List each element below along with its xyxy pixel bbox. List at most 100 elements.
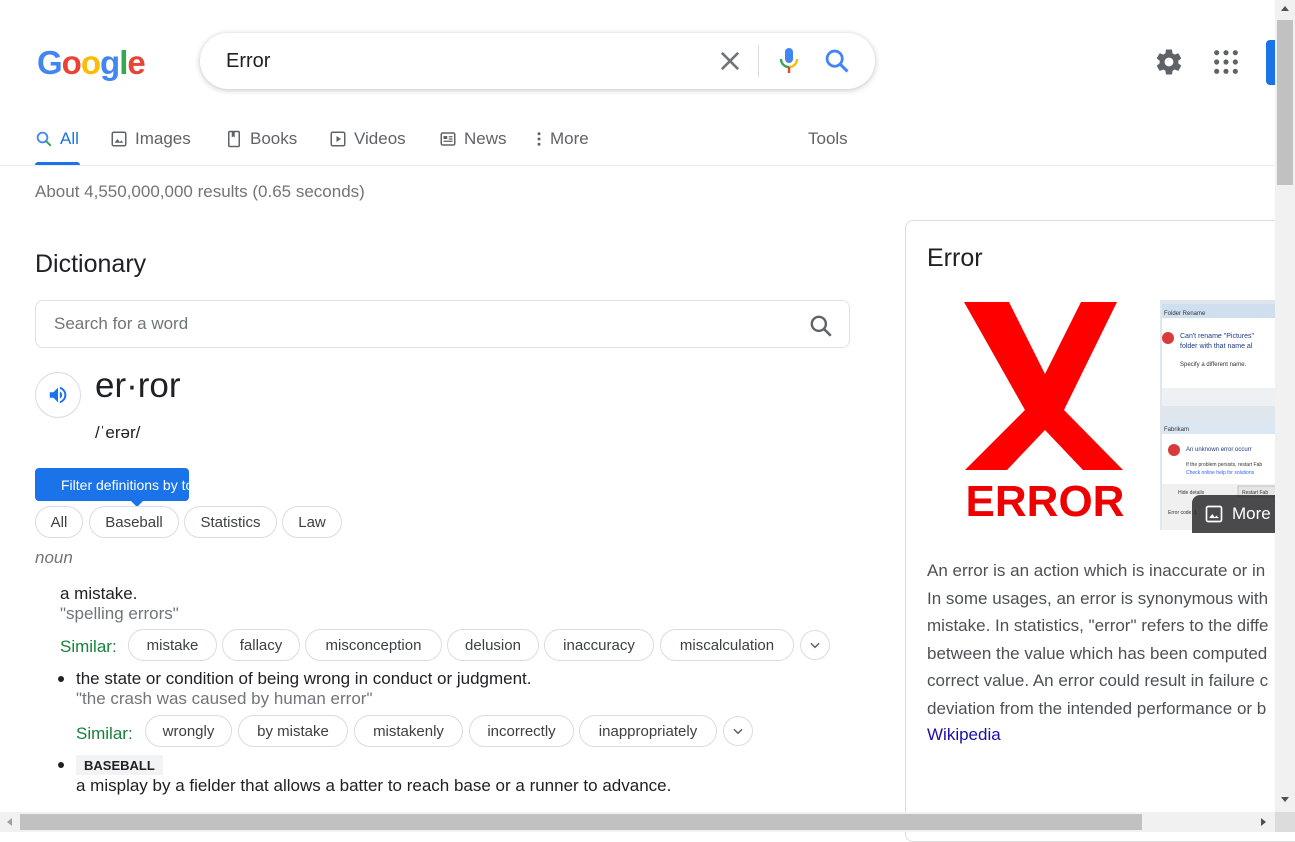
description-line: between the value which has been compute… — [927, 643, 1268, 663]
dictionary-title: Dictionary — [35, 250, 147, 278]
tab-more[interactable]: More — [536, 126, 589, 152]
similar-label: Similar: — [76, 724, 133, 743]
svg-text:An unknown error occurr: An unknown error occurr — [1186, 447, 1252, 453]
svg-text:Check online help for solution: Check online help for solutions — [1186, 470, 1255, 476]
error-image[interactable]: ERROR — [927, 300, 1157, 530]
filter-tooltip: Filter definitions by topic — [35, 468, 189, 501]
scrollbar-corner — [1275, 812, 1295, 832]
logo-letter: g — [100, 44, 120, 81]
pronunciation-button[interactable] — [35, 372, 81, 418]
tab-label: More — [550, 129, 589, 148]
bullet — [58, 676, 64, 682]
svg-text:Can't rename "Pictures": Can't rename "Pictures" — [1180, 333, 1255, 340]
wikipedia-link[interactable]: Wikipedia — [927, 725, 1001, 745]
definition-example: "spelling errors" — [60, 604, 179, 623]
topic-chip-statistics[interactable]: Statistics — [184, 506, 277, 538]
description-line: deviation from the intended performance … — [927, 698, 1267, 718]
search-icon[interactable] — [823, 47, 851, 75]
logo-letter: G — [37, 44, 63, 81]
description-line: correct value. An error could result in … — [927, 671, 1269, 691]
svg-text:If the problem persists, resta: If the problem persists, restart Fab — [1186, 462, 1262, 468]
divider — [758, 45, 759, 77]
tab-label: News — [464, 129, 507, 148]
kebab-icon — [537, 132, 541, 146]
search-icon[interactable] — [808, 313, 834, 339]
topic-chip-baseball[interactable]: Baseball — [89, 506, 179, 538]
red-x-icon: ERROR — [964, 302, 1125, 526]
synonym-chip[interactable]: incorrectly — [469, 715, 574, 747]
expand-synonyms-button[interactable] — [800, 630, 830, 660]
synonym-chip[interactable]: wrongly — [145, 715, 232, 747]
close-icon[interactable] — [716, 47, 744, 75]
bullet — [58, 762, 64, 768]
knowledge-panel-title: Error — [927, 244, 983, 272]
knowledge-panel-description: An error is an action which is inaccurat… — [927, 557, 1277, 723]
synonym-chip[interactable]: mistake — [128, 629, 217, 661]
scroll-up-arrow-icon[interactable] — [1281, 6, 1289, 11]
chevron-down-icon — [733, 728, 743, 735]
apps-grid-icon[interactable] — [1212, 48, 1240, 76]
synonym-chip[interactable]: inappropriately — [579, 715, 717, 747]
synonym-chip[interactable]: delusion — [447, 629, 539, 661]
tab-news[interactable]: News — [439, 126, 507, 152]
gear-icon[interactable] — [1154, 47, 1184, 77]
book-icon — [228, 130, 240, 148]
tab-all[interactable]: All — [35, 126, 79, 152]
tab-label: Books — [250, 129, 298, 148]
topic-chip-all[interactable]: All — [35, 506, 83, 538]
synonym-chip[interactable]: miscalculation — [660, 629, 794, 661]
synonym-chip[interactable]: misconception — [305, 629, 442, 661]
svg-text:Fabrikam: Fabrikam — [1164, 427, 1189, 433]
definition-example: "the crash was caused by human error" — [76, 689, 373, 708]
search-placeholder: Search for a word — [54, 314, 189, 333]
similar-label: Similar: — [60, 637, 117, 656]
logo-letter: l — [119, 44, 128, 81]
definition-text: the state or condition of being wrong in… — [76, 669, 532, 688]
image-icon — [1205, 505, 1223, 523]
google-logo[interactable]: Google — [37, 44, 146, 82]
expand-synonyms-button[interactable] — [723, 716, 753, 746]
logo-letter: o — [80, 44, 101, 81]
tab-books[interactable]: Books — [225, 126, 297, 152]
description-line: In some usages, an error is synonymous w… — [927, 588, 1269, 608]
microphone-icon[interactable] — [777, 46, 801, 76]
play-icon — [330, 131, 346, 147]
dictionary-search-input[interactable]: Search for a word — [35, 300, 850, 348]
svg-text:Specify a different name.: Specify a different name. — [1180, 362, 1247, 368]
tab-label: All — [60, 129, 79, 148]
chevron-down-icon — [810, 642, 820, 649]
logo-letter: o — [61, 44, 82, 81]
image-caption: ERROR — [966, 477, 1125, 526]
tab-images[interactable]: Images — [110, 126, 191, 152]
vertical-scrollbar-thumb[interactable] — [1277, 20, 1293, 185]
logo-letter: e — [127, 44, 145, 81]
tooltip-text: Filter definitions by topic — [61, 477, 189, 493]
topic-chip-law[interactable]: Law — [282, 506, 342, 538]
tab-videos[interactable]: Videos — [329, 126, 406, 152]
scroll-right-arrow-icon[interactable] — [1261, 818, 1266, 826]
horizontal-scrollbar-thumb[interactable] — [20, 814, 1142, 830]
synonym-chip[interactable]: by mistake — [238, 715, 348, 747]
search-box[interactable]: Error — [200, 33, 875, 89]
tools-button[interactable]: Tools — [808, 126, 848, 152]
news-icon — [440, 132, 456, 146]
search-input[interactable]: Error — [226, 50, 270, 73]
synonym-chip[interactable]: fallacy — [222, 629, 300, 661]
tab-label: Videos — [354, 129, 406, 148]
description-line: An error is an action which is inaccurat… — [927, 561, 1266, 580]
result-stats: About 4,550,000,000 results (0.65 second… — [35, 182, 365, 201]
scroll-left-arrow-icon[interactable] — [7, 818, 12, 826]
search-icon — [36, 131, 52, 147]
tab-label: Tools — [808, 129, 848, 148]
synonym-chip[interactable]: mistakenly — [354, 715, 463, 747]
topic-tag: BASEBALL — [76, 755, 163, 775]
part-of-speech: noun — [35, 548, 73, 567]
pronunciation: /ˈerər/ — [95, 423, 141, 442]
more-images-button[interactable]: More — [1192, 495, 1282, 533]
svg-text:folder with that name al: folder with that name al — [1180, 343, 1253, 350]
svg-text:Folder Rename: Folder Rename — [1164, 311, 1206, 317]
synonym-chip[interactable]: inaccuracy — [544, 629, 654, 661]
description-line: mistake. In statistics, "error" refers t… — [927, 616, 1269, 636]
scroll-down-arrow-icon[interactable] — [1281, 797, 1289, 802]
image-icon — [111, 131, 127, 147]
